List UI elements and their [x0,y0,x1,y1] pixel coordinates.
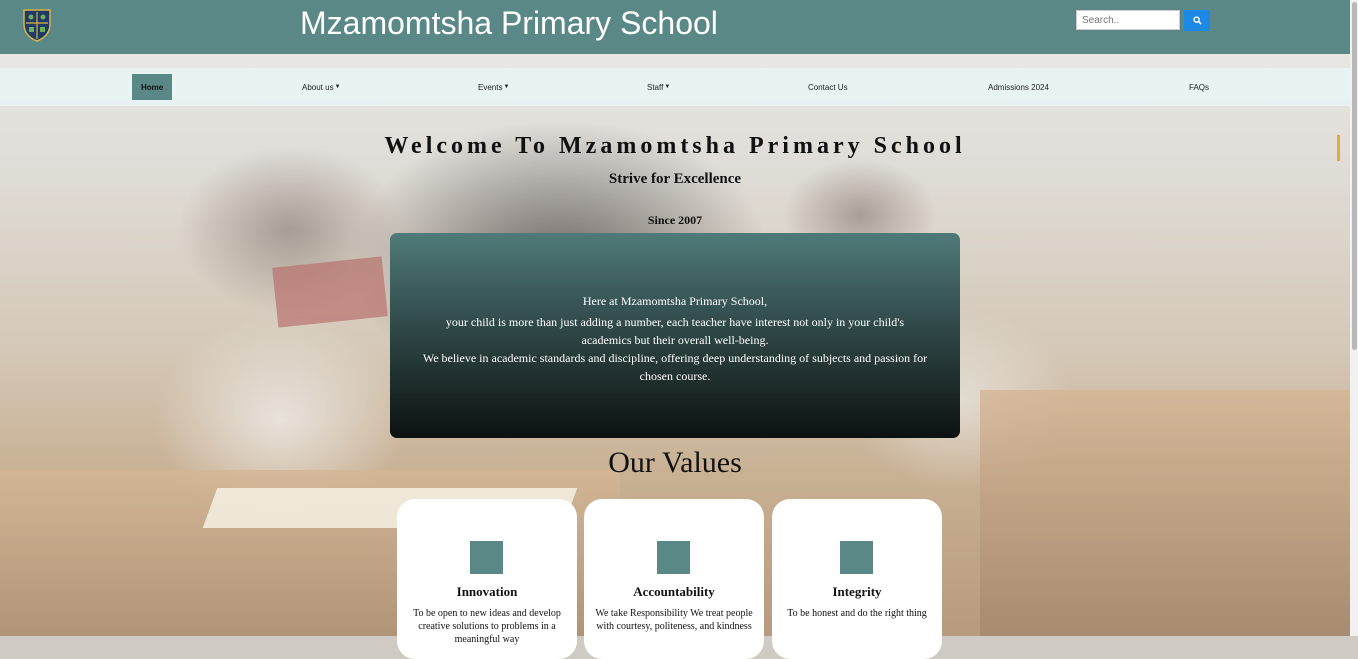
nav-events[interactable]: Events ▼ [478,68,509,106]
value-text: We take Responsibility We treat people w… [595,608,753,632]
caret-down-icon: ▼ [664,84,671,90]
caret-down-icon: ▼ [334,84,341,90]
integrity-icon [840,541,873,574]
nav-home[interactable]: Home [132,74,173,100]
school-crest-logo[interactable] [22,6,52,42]
since-year: Since 2007 [647,213,703,227]
value-text: To be open to new ideas and develop crea… [413,608,561,645]
value-title: Accountability [633,584,715,599]
caret-down-icon: ▼ [503,84,510,90]
value-title: Integrity [832,584,882,599]
search-button[interactable] [1184,10,1210,31]
intro-line: We believe in academic standards and dis… [422,351,928,383]
site-title: Mzamomtsha Primary School [300,5,718,41]
innovation-icon [470,541,503,574]
intro-card: Here at Mzamomtsha Primary School, your … [390,233,960,438]
accountability-icon [657,541,690,574]
value-card-integrity: Integrity To be honest and do the right … [772,499,942,659]
nav-faqs[interactable]: FAQs [1189,68,1209,106]
site-header: Mzamomtsha Primary School [0,0,1350,54]
main-nav: Home About us ▼ Events ▼ Staff ▼ Contact Us… [0,68,1350,106]
nav-admissions[interactable]: Admissions 2024 [988,68,1049,106]
side-indicator [1337,135,1340,161]
tagline: Strive for Excellence [608,171,742,187]
intro-line: your child is more than just adding a nu… [445,315,905,347]
search-input[interactable] [1076,10,1180,30]
welcome-heading: Welcome To Mzamomtsha Primary School [384,133,966,159]
intro-line: Here at Mzamomtsha Primary School, [582,294,768,308]
value-card-innovation: Innovation To be open to new ideas and d… [397,499,577,659]
search-icon [1192,16,1202,25]
nav-contact-us[interactable]: Contact Us [808,68,848,106]
value-card-accountability: Accountability We take Responsibility We… [584,499,764,659]
values-heading: Our Values [608,446,742,479]
scrollbar-thumb[interactable] [1352,2,1357,350]
value-title: Innovation [456,584,518,599]
nav-staff[interactable]: Staff ▼ [647,68,670,106]
value-text: To be honest and do the right thing [787,608,927,619]
nav-about-us[interactable]: About us ▼ [302,68,341,106]
